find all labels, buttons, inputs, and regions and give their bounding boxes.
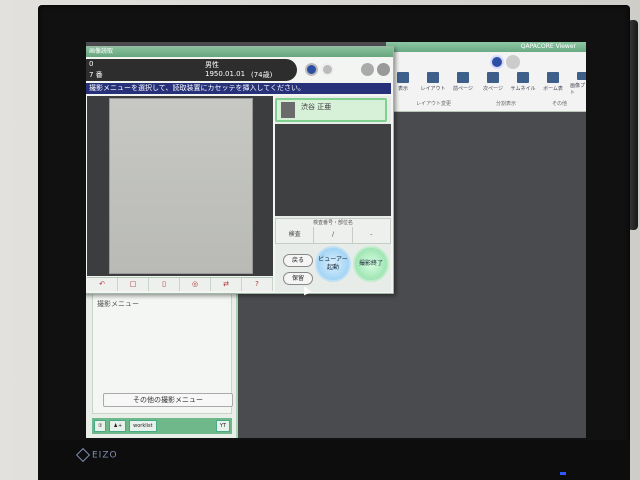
viewer-toolbar: 表示 レイアウト 前ページ 次ページ サムネイル ボーム表 画像プリント <box>390 72 586 96</box>
preview-tool-button[interactable]: ? <box>242 278 273 291</box>
preview-tool-button[interactable]: ▯ <box>149 278 180 291</box>
preview-image <box>109 98 253 274</box>
viewer-toolbar-panel: QAPACORE Viewer 表示 レイアウト 前ページ 次ページ サムネイル ボーム表… <box>386 42 586 112</box>
viewer-tool-label: 表示 <box>397 86 408 92</box>
dialog-title: 画像読取 <box>86 47 393 57</box>
info-button[interactable]: ① <box>94 420 107 432</box>
image-read-dialog: 画像読取 0 男性 7 番 1950.01.01 (74歳) 撮影メニューを選択… <box>86 46 394 294</box>
eizo-logo-icon <box>75 447 91 463</box>
preview-tool-button[interactable]: ↶ <box>87 278 118 291</box>
patient-info-bar: 0 男性 7 番 1950.01.01 (74歳) <box>86 59 297 81</box>
patient-thumbnail <box>281 102 295 118</box>
viewer-title: QAPACORE Viewer <box>386 42 586 52</box>
dialog-eject-icon[interactable] <box>377 63 390 76</box>
exam-menu-title: 撮影メニュー <box>97 300 139 308</box>
viewer-tool-label: 画像プリント <box>570 83 586 96</box>
view-icon <box>397 72 409 83</box>
yt-button[interactable]: YT <box>215 420 230 432</box>
viewer-tool-print[interactable]: 画像プリント <box>570 72 586 96</box>
left-panel: 撮影メニュー その他の撮影メニュー ① ♟+ worklist YT <box>86 292 238 438</box>
layout-icon <box>427 72 439 83</box>
cancel-button[interactable]: 戻る <box>283 254 313 267</box>
viewer-pause-button[interactable] <box>506 55 520 69</box>
viewer-stop-button[interactable] <box>490 55 504 69</box>
patient-list-name: 渋谷 正亜 <box>301 103 332 111</box>
exam-grid-cell[interactable]: 検査 <box>276 227 315 243</box>
add-user-button[interactable]: ♟+ <box>109 420 127 432</box>
viewer-tool-label: 前ページ <box>453 86 473 92</box>
power-led <box>560 472 566 475</box>
section-split: 分割表示 <box>496 101 517 107</box>
preview-tool-button[interactable]: □ <box>118 278 149 291</box>
preview-tool-button[interactable]: ⇄ <box>211 278 242 291</box>
section-other: その他 <box>552 101 568 107</box>
monitor-brand-logo: EIZO <box>75 447 118 463</box>
viewer-tool-label: ボーム表 <box>543 86 563 92</box>
worklist-button[interactable]: worklist <box>129 420 157 432</box>
print-icon <box>577 72 586 80</box>
patient-list-item[interactable]: 渋谷 正亜 <box>275 98 387 122</box>
dialog-right-panel: 渋谷 正亜 検査番号・部位名 検査 / - 戻る 保留 ビューアー起動 撮影終了 <box>275 96 391 292</box>
next-page-icon <box>487 72 499 83</box>
patient-id: 0 <box>89 60 94 68</box>
instruction-message: 撮影メニューを選択して、読取装置にカセッテを挿入してください。 <box>86 83 391 94</box>
dialog-back-icon[interactable] <box>361 63 374 76</box>
exam-grid-cell[interactable]: / <box>314 227 353 243</box>
viewer-tool-label: レイアウト <box>420 86 446 92</box>
dialog-stop-icon[interactable] <box>305 63 318 76</box>
section-layout: レイアウト変更 <box>416 101 452 107</box>
other-menu-button[interactable]: その他の撮影メニュー <box>103 393 233 407</box>
exam-grid-cell[interactable]: - <box>353 227 390 243</box>
exam-grid-header: 検査番号・部位名 <box>312 220 353 226</box>
patient-age: (74歳) <box>251 71 273 79</box>
hold-button[interactable]: 保留 <box>283 272 313 285</box>
viewer-tool-prev-page[interactable]: 前ページ <box>450 72 476 96</box>
viewer-tool-label: 次ページ <box>483 86 503 92</box>
viewer-tool-label: サムネイル <box>510 86 536 92</box>
monitor-chin <box>38 440 630 480</box>
monitor-screen: QAPACORE Viewer 表示 レイアウト 前ページ 次ページ サムネイル ボーム表… <box>86 42 586 438</box>
patient-dob: 1950.01.01 <box>205 70 246 78</box>
viewer-tool-next-page[interactable]: 次ページ <box>480 72 506 96</box>
viewer-tool-tab[interactable]: ボーム表 <box>540 72 566 96</box>
patient-name: 7 番 <box>89 71 103 79</box>
viewer-start-button[interactable]: ビューアー起動 <box>315 246 351 282</box>
patient-sex: 男性 <box>205 61 219 69</box>
dialog-circle-icon[interactable] <box>321 63 334 76</box>
exam-list-area[interactable] <box>275 124 391 216</box>
exam-menu-box[interactable]: 撮影メニュー その他の撮影メニュー <box>92 292 233 414</box>
preview-tool-button[interactable]: ◎ <box>180 278 211 291</box>
tab-icon <box>547 72 559 83</box>
prev-page-icon <box>457 72 469 83</box>
left-footer-toolbar: ① ♟+ worklist YT <box>92 418 232 434</box>
preview-toolbar: ↶ □ ▯ ◎ ⇄? <box>87 277 273 291</box>
image-preview <box>87 96 273 276</box>
brand-text: EIZO <box>92 450 118 461</box>
viewer-tool-layout[interactable]: レイアウト <box>420 72 446 96</box>
finish-button[interactable]: 撮影終了 <box>353 246 389 282</box>
viewer-tool-thumbnail[interactable]: サムネイル <box>510 72 536 96</box>
exam-grid: 検査番号・部位名 検査 / - <box>275 218 391 244</box>
thumbnail-icon <box>517 72 529 83</box>
